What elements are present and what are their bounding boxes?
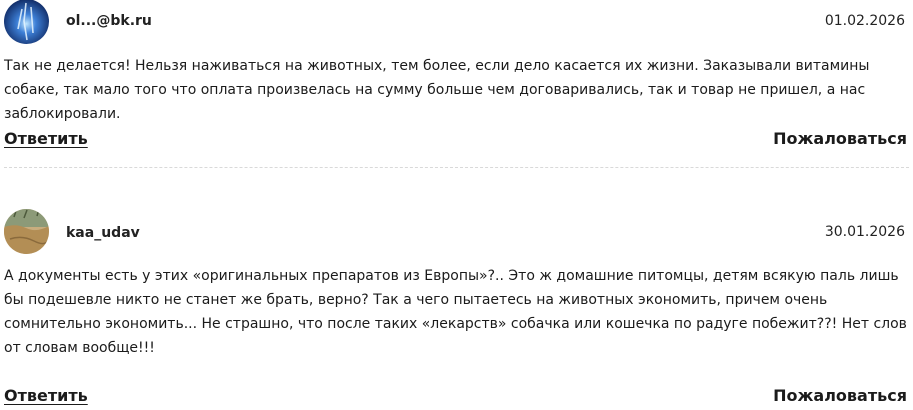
- avatar[interactable]: [4, 209, 49, 254]
- comment-date: 30.01.2026: [824, 224, 905, 240]
- comment-text: Так не делается! Нельзя наживаться на жи…: [4, 58, 870, 122]
- comment-date: 01.02.2026: [824, 13, 905, 29]
- comment-item: kaa_udav 30.01.2026 А документы есть у э…: [0, 168, 913, 410]
- comment-text: А документы есть у этих «оригинальных пр…: [4, 268, 907, 356]
- avatar-image: [4, 209, 49, 254]
- reply-link[interactable]: Ответить: [4, 386, 88, 406]
- comment-username: ol...@bk.ru: [66, 13, 152, 29]
- report-link[interactable]: Пожаловаться: [773, 129, 907, 149]
- avatar[interactable]: [4, 0, 49, 44]
- report-link[interactable]: Пожаловаться: [773, 386, 907, 406]
- reply-link[interactable]: Ответить: [4, 129, 88, 149]
- comment-item: ol...@bk.ru 01.02.2026 Так не делается! …: [0, 0, 913, 167]
- avatar-image: [4, 0, 49, 44]
- comment-username: kaa_udav: [66, 225, 140, 241]
